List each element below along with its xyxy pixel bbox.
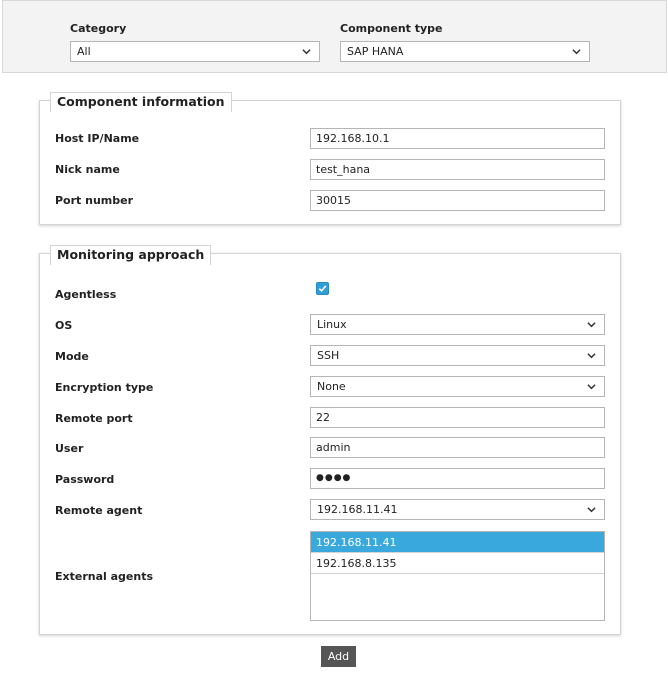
encryption-type-value: None xyxy=(317,380,346,393)
list-item[interactable]: 192.168.11.41 xyxy=(311,532,604,553)
category-select[interactable]: All xyxy=(70,41,320,62)
mode-select[interactable]: SSH xyxy=(310,345,605,366)
chevron-down-icon xyxy=(587,384,596,390)
category-label: Category xyxy=(70,22,127,35)
nick-name-input[interactable]: test_hana xyxy=(310,159,605,180)
mode-label: Mode xyxy=(55,350,89,363)
remote-port-input[interactable]: 22 xyxy=(310,407,605,428)
password-input[interactable]: ●●●● xyxy=(310,468,605,489)
category-value: All xyxy=(77,45,91,58)
list-item[interactable]: 192.168.8.135 xyxy=(311,553,604,574)
component-info-title: Component information xyxy=(50,92,232,112)
os-label: OS xyxy=(55,319,73,332)
agentless-checkbox[interactable] xyxy=(316,282,329,295)
host-label: Host IP/Name xyxy=(55,132,140,145)
agentless-label: Agentless xyxy=(55,288,117,301)
component-type-value: SAP HANA xyxy=(347,45,404,58)
encryption-type-select[interactable]: None xyxy=(310,376,605,397)
chevron-down-icon xyxy=(587,322,596,328)
encryption-type-label: Encryption type xyxy=(55,381,154,394)
os-value: Linux xyxy=(317,318,347,331)
external-agents-listbox[interactable]: 192.168.11.41 192.168.8.135 xyxy=(310,531,605,621)
check-icon xyxy=(318,285,327,293)
chevron-down-icon xyxy=(302,49,311,55)
user-label: User xyxy=(55,442,84,455)
host-input[interactable]: 192.168.10.1 xyxy=(310,128,605,149)
mode-value: SSH xyxy=(317,349,340,362)
remote-port-label: Remote port xyxy=(55,412,133,425)
component-type-label: Component type xyxy=(340,22,443,35)
component-type-select[interactable]: SAP HANA xyxy=(340,41,590,62)
remote-agent-select[interactable]: 192.168.11.41 xyxy=(310,499,605,520)
monitoring-panel: Monitoring approach Agentless OS Linux M… xyxy=(39,245,621,635)
chevron-down-icon xyxy=(587,353,596,359)
user-input[interactable]: admin xyxy=(310,437,605,458)
external-agents-label: External agents xyxy=(55,570,154,583)
component-info-panel: Component information Host IP/Name 192.1… xyxy=(39,92,621,225)
nick-name-label: Nick name xyxy=(55,163,120,176)
remote-agent-value: 192.168.11.41 xyxy=(317,503,398,516)
chevron-down-icon xyxy=(587,507,596,513)
chevron-down-icon xyxy=(572,49,581,55)
port-number-label: Port number xyxy=(55,194,134,207)
port-number-input[interactable]: 30015 xyxy=(310,190,605,211)
filter-bar: Category All Component type SAP HANA xyxy=(2,0,667,73)
monitoring-title: Monitoring approach xyxy=(50,245,212,265)
os-select[interactable]: Linux xyxy=(310,314,605,335)
add-button[interactable]: Add xyxy=(321,646,356,667)
remote-agent-label: Remote agent xyxy=(55,504,143,517)
password-label: Password xyxy=(55,473,115,486)
